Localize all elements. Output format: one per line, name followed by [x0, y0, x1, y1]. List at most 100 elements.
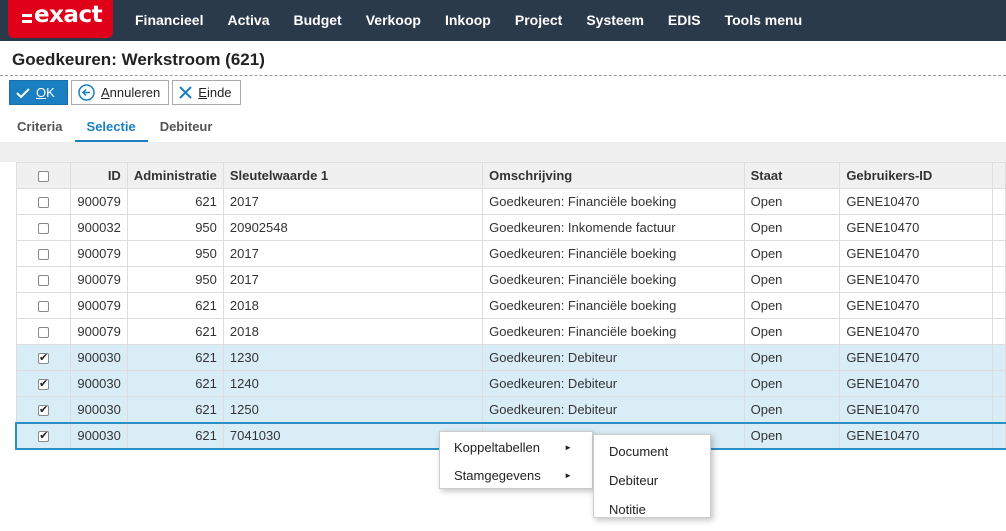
checked-checkbox-icon[interactable]	[38, 429, 50, 443]
row-checkbox[interactable]	[15, 370, 72, 397]
cell-staat: Open	[743, 188, 841, 215]
cell-gebruikers-id: GENE10470	[839, 421, 993, 450]
tab-debiteur[interactable]: Debiteur	[148, 112, 225, 142]
column-header-id[interactable]: ID	[70, 162, 128, 189]
context-item-koppeltabellen[interactable]: Koppeltabellen ►	[440, 435, 592, 460]
unchecked-checkbox-icon[interactable]	[37, 223, 49, 235]
table-row[interactable]: 900079 621 2018 Goedkeuren: Financiële boek…	[15, 292, 1006, 319]
submenu-arrow-icon: ►	[564, 443, 572, 452]
context-item-stamgegevens[interactable]: Stamgegevens ►	[440, 463, 592, 488]
cell-omschrijving: Goedkeuren: Debiteur	[482, 344, 745, 371]
cell-gebruikers-id: GENE10470	[839, 396, 993, 423]
menu-item-financieel[interactable]: Financieel	[123, 0, 215, 41]
end-button[interactable]: Einde	[172, 80, 241, 105]
table-row[interactable]: 9000306211230Goedkeuren: DebiteurOpenGEN…	[15, 344, 1006, 371]
cell-omschrijving: Goedkeuren: Financiële boeking	[482, 266, 745, 293]
unchecked-checkbox-icon[interactable]	[37, 197, 49, 209]
row-checkbox[interactable]	[15, 188, 72, 215]
row-checkbox[interactable]	[15, 421, 72, 450]
cell-id: 900030	[70, 396, 128, 423]
cell-staat: Open	[743, 214, 841, 241]
menu-item-budget[interactable]: Budget	[282, 0, 354, 41]
cell-gebruikers-id: GENE10470	[839, 188, 993, 215]
menu-item-systeem[interactable]: Systeem	[574, 0, 656, 41]
unchecked-checkbox-icon[interactable]	[37, 327, 49, 339]
submenu-arrow-icon: ►	[564, 471, 572, 480]
cell-sleutelwaarde: 2017	[222, 188, 484, 215]
cell-gebruikers-id: GENE10470	[839, 214, 993, 241]
select-all-checkbox[interactable]	[15, 162, 72, 189]
row-checkbox[interactable]	[15, 344, 72, 371]
cell-gebruikers-id: GENE10470	[839, 292, 993, 319]
column-header-omschrijving[interactable]: Omschrijving	[482, 162, 745, 189]
column-header-sleutelwaarde[interactable]: Sleutelwaarde 1	[222, 162, 484, 189]
cell-administratie: 621	[126, 396, 224, 423]
cell-id: 900079	[70, 318, 128, 345]
unchecked-checkbox-icon[interactable]	[37, 301, 49, 313]
cancel-button[interactable]: Annuleren	[71, 80, 170, 105]
cell-administratie: 621	[126, 318, 224, 345]
menu-item-project[interactable]: Project	[503, 0, 574, 41]
cell-omschrijving: Goedkeuren: Financiële boeking	[482, 188, 745, 215]
tab-criteria[interactable]: Criteria	[0, 112, 75, 142]
checkmark-icon	[16, 87, 30, 99]
cell-gebruikers-id: GENE10470	[839, 240, 993, 267]
unchecked-checkbox-icon[interactable]	[37, 275, 49, 287]
checked-checkbox-icon[interactable]	[37, 377, 49, 391]
table-row[interactable]: 9000306211240Goedkeuren: DebiteurOpenGEN…	[15, 370, 1006, 397]
menu-item-edis[interactable]: EDIS	[656, 0, 713, 41]
close-icon	[179, 86, 192, 99]
cell-sleutelwaarde: 1250	[222, 396, 484, 423]
submenu-item-debiteur[interactable]: Debiteur	[594, 468, 710, 493]
unchecked-checkbox-icon[interactable]	[37, 249, 49, 261]
menu-item-verkoop[interactable]: Verkoop	[354, 0, 433, 41]
cell-sleutelwaarde: 20902548	[222, 214, 484, 241]
page-title: Goedkeuren: Werkstroom (621)	[12, 50, 265, 69]
top-navigation-bar: exact Financieel Activa Budget Verkoop Inkoo…	[0, 0, 1006, 41]
cell-overflow	[991, 214, 1006, 241]
cell-id: 900032	[70, 214, 128, 241]
cell-overflow	[991, 240, 1006, 267]
approval-grid: ID Administratie Sleutelwaarde 1 Omschri…	[15, 162, 1006, 450]
cell-omschrijving: Goedkeuren: Financiële boeking	[482, 318, 745, 345]
logo-bars-icon	[22, 14, 32, 26]
row-checkbox[interactable]	[15, 318, 72, 345]
cell-overflow	[991, 344, 1006, 371]
cell-omschrijving: Goedkeuren: Debiteur	[482, 396, 745, 423]
column-header-administratie[interactable]: Administratie	[126, 162, 224, 189]
table-row[interactable]: 900079 621 2017 Goedkeuren: Financiële boek…	[15, 188, 1006, 215]
tab-selectie[interactable]: Selectie	[74, 112, 148, 142]
ok-button[interactable]: OK	[9, 80, 68, 105]
menu-item-inkoop[interactable]: Inkoop	[433, 0, 503, 41]
cell-staat: Open	[743, 266, 841, 293]
cell-sleutelwaarde: 2018	[222, 318, 484, 345]
row-checkbox[interactable]	[15, 292, 72, 319]
checked-checkbox-icon[interactable]	[37, 403, 49, 416]
menu-item-tools-menu[interactable]: Tools menu	[713, 0, 815, 41]
menu-item-activa[interactable]: Activa	[215, 0, 281, 41]
row-checkbox[interactable]	[15, 240, 72, 267]
column-header-gebruikers-id[interactable]: Gebruikers-ID	[839, 162, 993, 189]
context-item-label: Stamgegevens	[454, 468, 541, 483]
checked-checkbox-icon[interactable]	[37, 351, 49, 365]
row-checkbox[interactable]	[15, 396, 72, 423]
grid-header-row: ID Administratie Sleutelwaarde 1 Omschri…	[15, 162, 1006, 189]
row-checkbox[interactable]	[15, 214, 72, 241]
cancel-label: Annuleren	[101, 85, 161, 100]
grid-top-spacer	[0, 142, 1006, 162]
table-row[interactable]: 9000306211250Goedkeuren: DebiteurOpenGEN…	[15, 396, 1006, 423]
submenu-item-document[interactable]: Document	[594, 439, 710, 464]
table-row[interactable]: 900079 950 2017 Goedkeuren: Financiële boek…	[15, 240, 1006, 267]
cell-staat: Open	[743, 318, 841, 345]
table-row[interactable]: 900032 950 20902548 Goedkeuren: Inkomende f…	[15, 214, 1006, 241]
cell-overflow	[991, 318, 1006, 345]
cell-omschrijving: Goedkeuren: Inkomende factuur	[482, 214, 745, 241]
submenu-item-notitie[interactable]: Notitie	[594, 497, 710, 522]
cell-gebruikers-id: GENE10470	[839, 318, 993, 345]
table-row[interactable]: 900079 621 2018 Goedkeuren: Financiële boek…	[15, 318, 1006, 345]
cell-administratie: 950	[126, 214, 224, 241]
row-checkbox[interactable]	[15, 266, 72, 293]
exact-logo[interactable]: exact	[8, 0, 113, 38]
column-header-staat[interactable]: Staat	[743, 162, 841, 189]
table-row[interactable]: 900079 950 2017 Goedkeuren: Financiële boek…	[15, 266, 1006, 293]
